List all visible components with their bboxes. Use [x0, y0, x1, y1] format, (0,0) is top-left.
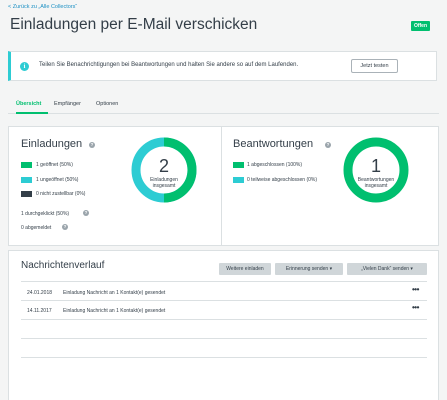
clicked-through-label: 1 durchgeklickt (50%) — [21, 211, 70, 217]
row-date: 14.11.2017 — [27, 308, 52, 314]
invitations-total: 2 — [158, 156, 169, 176]
undeliverable-swatch — [21, 191, 32, 197]
completed-swatch — [233, 162, 244, 168]
tab-recipients[interactable]: Empfänger — [54, 101, 81, 107]
row-description: Einladung Nachricht an 1 Kontakt(e) gese… — [63, 308, 166, 314]
more-options-icon[interactable]: ••• — [412, 285, 419, 294]
info-banner: i Teilen Sie Benachrichtigungen bei Bean… — [8, 51, 437, 81]
partial-swatch — [233, 177, 244, 183]
help-icon[interactable]: ? — [325, 142, 331, 148]
help-icon[interactable]: ? — [83, 210, 89, 216]
responses-title: Beantwortungen — [233, 138, 314, 150]
row-date: 24.01.2018 — [27, 290, 53, 296]
more-options-icon[interactable]: ••• — [412, 303, 419, 312]
active-tab-indicator — [16, 112, 48, 114]
responses-total: 1 — [370, 156, 381, 176]
info-icon: i — [20, 62, 29, 71]
invite-more-button[interactable]: Weitere einladen — [219, 263, 271, 275]
tab-options[interactable]: Optionen — [96, 101, 118, 107]
history-title: Nachrichtenverlauf — [21, 260, 105, 271]
history-panel: Nachrichtenverlauf Weitere einladen Erin… — [8, 250, 439, 400]
help-icon[interactable]: ? — [62, 224, 68, 230]
page-title: Einladungen per E-Mail verschicken — [10, 16, 258, 33]
invitations-title: Einladungen — [21, 138, 83, 150]
unsubscribed-label: 0 abgemeldet — [21, 225, 52, 231]
send-thank-you-button[interactable]: „Vielen Dank“ senden ▾ — [347, 263, 427, 275]
opened-swatch — [21, 162, 32, 168]
back-link[interactable]: < Zurück zu „Alle Collectors“ — [8, 4, 77, 10]
banner-text: Teilen Sie Benachrichtigungen bei Beantw… — [39, 62, 299, 68]
stats-panel: Einladungen ? 1 geöffnet (50%) 1 ungeöff… — [8, 126, 439, 246]
unopened-swatch — [21, 177, 32, 183]
row-divider — [21, 300, 427, 301]
legend-undeliverable: 0 nicht zustellbar (0%) — [36, 191, 86, 197]
row-divider — [21, 281, 427, 282]
row-divider — [21, 319, 427, 320]
panel-divider — [221, 127, 222, 245]
tab-overview[interactable]: Übersicht — [16, 101, 41, 107]
legend-partial: 0 teilweise abgeschlossen (0%) — [247, 177, 318, 183]
tab-bar: Übersicht Empfänger Optionen — [8, 96, 439, 114]
row-divider — [21, 357, 427, 358]
row-description: Einladung Nachricht an 1 Kontakt(e) gese… — [63, 290, 166, 296]
send-reminder-button[interactable]: Erinnerung senden ▾ — [275, 263, 343, 275]
row-divider — [21, 338, 427, 339]
legend-completed: 1 abgeschlossen (100%) — [247, 162, 303, 168]
status-badge: Offen — [410, 21, 430, 31]
try-now-button[interactable]: Jetzt testen — [351, 59, 398, 73]
legend-opened: 1 geöffnet (50%) — [36, 162, 73, 168]
responses-total-caption-2: insgesamt — [364, 183, 388, 189]
help-icon[interactable]: ? — [89, 142, 95, 148]
legend-unopened: 1 ungeöffnet (50%) — [36, 177, 79, 183]
invitations-total-caption-2: insgesamt — [152, 183, 176, 189]
